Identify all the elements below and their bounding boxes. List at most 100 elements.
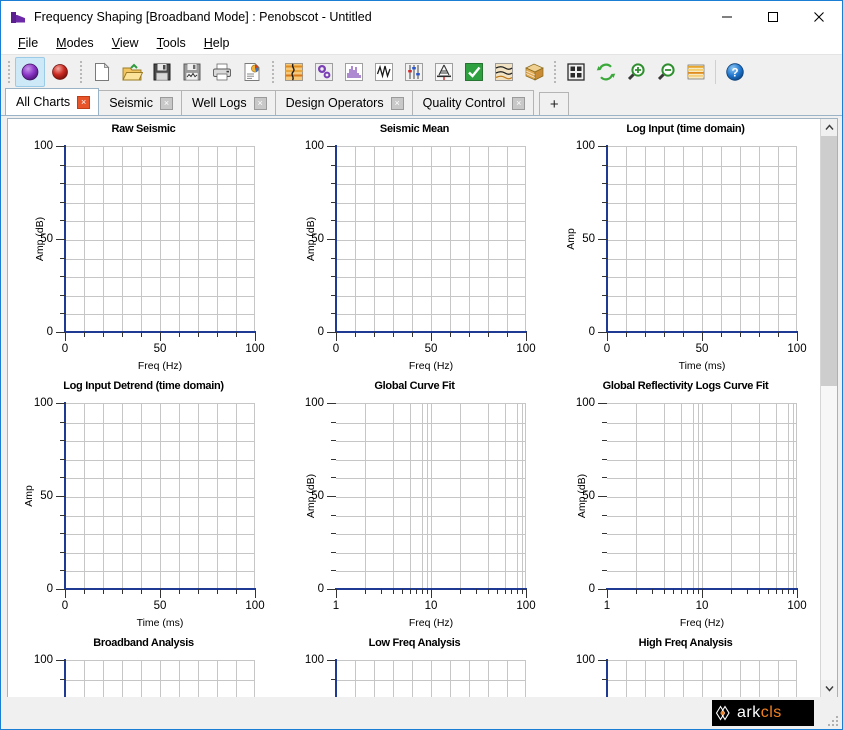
x-tick-minor: [476, 589, 477, 594]
y-tick-minor: [60, 165, 65, 166]
tab-well-logs[interactable]: Well Logs ×: [180, 90, 276, 115]
maximize-icon[interactable]: [750, 1, 796, 32]
menu-item-help[interactable]: Help: [195, 34, 239, 52]
toolbar-grip[interactable]: [269, 60, 276, 84]
scrollbar-thumb[interactable]: [821, 136, 837, 386]
x-axis-label: Time (ms): [678, 360, 726, 372]
gears-icon[interactable]: [309, 57, 339, 87]
add-tab-button[interactable]: +: [539, 92, 570, 115]
plot-area[interactable]: 0 50 100 0 50 100 Freq (Hz) Amp (dB): [305, 140, 536, 372]
open-folder-icon[interactable]: [117, 57, 147, 87]
grid-line-horizontal: [607, 534, 796, 535]
grid-line-vertical: [412, 661, 413, 697]
toolbar-grip[interactable]: [5, 60, 12, 84]
y-tick-minor: [60, 220, 65, 221]
grid-line-horizontal: [607, 478, 796, 479]
x-tick-label: 100: [245, 600, 265, 612]
tab-close-icon[interactable]: ×: [390, 96, 404, 110]
plot-area[interactable]: 100: [305, 654, 526, 697]
print-icon[interactable]: [207, 57, 237, 87]
volume-stack-icon[interactable]: [519, 57, 549, 87]
grid-line-horizontal: [65, 166, 254, 167]
plot-area[interactable]: 100: [576, 654, 797, 697]
menu-item-tools[interactable]: Tools: [148, 34, 195, 52]
tab-close-icon[interactable]: ×: [159, 96, 173, 110]
chart-panel[interactable]: Global Curve Fit 0 50 100 1 10 100 Freq (Hz) Amp…: [279, 376, 550, 633]
tab-close-icon[interactable]: ×: [253, 96, 267, 110]
x-tick-major: [607, 589, 608, 598]
close-icon[interactable]: [796, 1, 842, 32]
x-tick-major: [65, 332, 66, 341]
zoom-in-icon[interactable]: [621, 57, 651, 87]
plot-area[interactable]: 0 50 100 0 50 100 Time (ms) Amp: [565, 140, 807, 372]
plot-area[interactable]: 0 50 100 1 10 100 Freq (Hz) Amp (dB): [576, 397, 807, 629]
x-tick-minor: [626, 332, 627, 337]
tab-seismic[interactable]: Seismic ×: [98, 90, 182, 115]
y-tick-major: [327, 332, 336, 333]
wavelet-icon[interactable]: [369, 57, 399, 87]
grid-line-horizontal: [336, 441, 525, 442]
refresh-icon[interactable]: [591, 57, 621, 87]
new-document-icon[interactable]: [87, 57, 117, 87]
x-tick-minor: [768, 589, 769, 594]
plot-area[interactable]: 0 50 100 0 50 100 Time (ms) Amp: [23, 397, 265, 629]
plot-area[interactable]: 100: [34, 654, 255, 697]
y-tick-minor: [331, 552, 336, 553]
toolbar-grip[interactable]: [77, 60, 84, 84]
tab-close-icon[interactable]: ×: [512, 96, 526, 110]
tab-design-operators[interactable]: Design Operators ×: [274, 90, 413, 115]
tab-close-icon[interactable]: ×: [77, 95, 91, 109]
chart-panel[interactable]: Low Freq Analysis 100: [279, 633, 550, 697]
sliders-icon[interactable]: [399, 57, 429, 87]
scrollbar-track[interactable]: [821, 136, 837, 680]
y-tick-minor: [60, 258, 65, 259]
save-floppy-icon[interactable]: [147, 57, 177, 87]
grid-line-vertical: [702, 661, 703, 697]
antenna-icon[interactable]: [429, 57, 459, 87]
purple-sphere-icon[interactable]: [15, 57, 45, 87]
seismic-trace-icon[interactable]: [279, 57, 309, 87]
spectrum-chart-icon[interactable]: [339, 57, 369, 87]
zoom-out-icon[interactable]: [651, 57, 681, 87]
x-axis-label: Freq (Hz): [679, 617, 725, 629]
menu-label: elp: [212, 36, 230, 50]
scroll-up-icon[interactable]: [821, 119, 837, 136]
grid-line-vertical: [355, 661, 356, 697]
colorbar-icon[interactable]: [681, 57, 711, 87]
report-icon[interactable]: [237, 57, 267, 87]
help-icon[interactable]: ?: [720, 57, 750, 87]
grid-layout-icon[interactable]: [561, 57, 591, 87]
horizon-icon[interactable]: [489, 57, 519, 87]
menu-label: ools: [162, 36, 186, 50]
menu-item-modes[interactable]: Modes: [47, 34, 103, 52]
x-tick-minor: [469, 332, 470, 337]
toolbar-grip[interactable]: [551, 60, 558, 84]
save-as-floppy-icon[interactable]: [177, 57, 207, 87]
resize-grip[interactable]: [826, 714, 838, 726]
grid-line-horizontal: [65, 240, 254, 241]
y-tick-minor: [331, 202, 336, 203]
chart-panel[interactable]: Raw Seismic 0 50 100 0 50 100 Freq (Hz) Amp (dB): [8, 119, 279, 376]
plot-area[interactable]: 0 50 100 1 10 100 Freq (Hz) Amp (dB): [305, 397, 536, 629]
red-sphere-icon[interactable]: [45, 57, 75, 87]
x-tick-label: 0: [61, 600, 69, 612]
tab-quality-control[interactable]: Quality Control ×: [411, 90, 535, 115]
x-tick-minor: [103, 332, 104, 337]
chart-panel[interactable]: Global Reflectivity Logs Curve Fit 0 50 100…: [550, 376, 821, 633]
vertical-scrollbar[interactable]: [820, 119, 837, 697]
plot-area[interactable]: 0 50 100 0 50 100 Freq (Hz) Amp (dB): [34, 140, 265, 372]
x-tick-minor: [122, 589, 123, 594]
chart-panel[interactable]: Log Input (time domain) 0 50 100 0 50 100 Time …: [550, 119, 821, 376]
menu-item-file[interactable]: File: [9, 34, 47, 52]
menu-mnemonic: F: [18, 36, 26, 50]
y-tick-minor: [602, 552, 607, 553]
chart-panel[interactable]: Broadband Analysis 100: [8, 633, 279, 697]
minimize-icon[interactable]: [704, 1, 750, 32]
chart-panel[interactable]: Seismic Mean 0 50 100 0 50 100 Freq (Hz) Amp (dB…: [279, 119, 550, 376]
menu-item-view[interactable]: View: [103, 34, 148, 52]
chart-panel[interactable]: High Freq Analysis 100: [550, 633, 821, 697]
chart-panel[interactable]: Log Input Detrend (time domain) 0 50 100 0 50…: [8, 376, 279, 633]
green-check-icon[interactable]: [459, 57, 489, 87]
tab-all-charts[interactable]: All Charts ×: [5, 88, 100, 115]
scroll-down-icon[interactable]: [821, 680, 837, 697]
